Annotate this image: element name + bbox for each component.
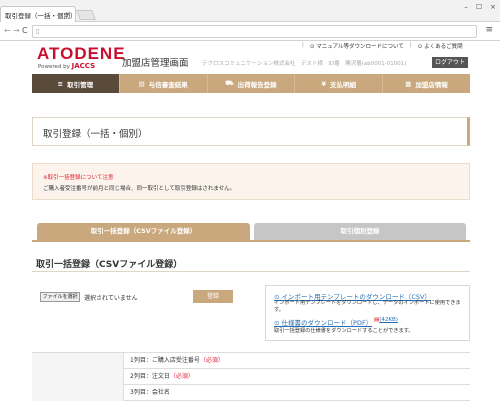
address-bar: ← → C ▯ ≡: [0, 22, 500, 41]
powered-by: Powered by JACCS: [38, 62, 95, 70]
logout-button[interactable]: ログアウト: [432, 57, 468, 68]
url-input[interactable]: ▯: [32, 25, 477, 38]
nav-item-shipping-report[interactable]: ⛟ 出荷報告登録: [208, 74, 296, 93]
document-icon: ▤: [138, 79, 145, 88]
nav-item-merchant-info[interactable]: ▦ 加盟店情報: [383, 74, 470, 93]
user-info: テクロスコミュニケーション株式会社 テスト様 ID番 勝沢番(ab0001-01…: [202, 61, 407, 67]
minimize-icon[interactable]: –: [464, 3, 468, 11]
reload-icon[interactable]: C: [22, 26, 28, 35]
download-info-box: ⊙ インポート用テンプレートのダウンロード（CSV） インポート用テンプレートを…: [265, 285, 470, 341]
browser-menu-icon[interactable]: ≡: [485, 25, 493, 35]
browser-tabstrip: 取引登録（一括・個別） × – ☐ ×: [0, 0, 500, 22]
tab-single-entry[interactable]: 取引個別登録: [254, 223, 466, 240]
column-spec-table: 1列目：ご購入店受注番号（必須） 2列目：注文日（必須） 3列目：会社名: [32, 352, 470, 401]
back-icon[interactable]: ←: [4, 26, 11, 35]
management-title: 加盟店管理画面: [122, 58, 189, 69]
notice-title: ※取引一括登録について注意: [43, 175, 114, 181]
truck-icon: ⛟: [225, 79, 234, 87]
file-status: 選択されていません: [84, 295, 138, 302]
building-icon: ▦: [405, 79, 412, 88]
section-title: 取引一括登録（CSVファイル登録）: [36, 260, 183, 270]
nav-item-credit-results[interactable]: ▤ 与信審査結果: [120, 74, 208, 93]
notice-body: ご購入者受注番号が前月と同じ場合、同一取引として取引登録はされません。: [43, 186, 236, 192]
yen-icon: ¥: [321, 79, 327, 88]
table-row: 3列目：会社名: [124, 385, 470, 401]
table-row: 2列目：注文日（必須）: [124, 369, 470, 385]
table-header-cell: [32, 353, 124, 401]
site-header: ATODENE Powered by JACCS 加盟店管理画面 テクロスコミュ…: [0, 41, 500, 74]
window-controls: – ☐ ×: [464, 3, 496, 11]
atodene-logo[interactable]: ATODENE: [37, 44, 126, 64]
choose-file-button[interactable]: ファイルを選択: [40, 292, 80, 302]
list-icon: ≡: [57, 79, 64, 88]
nav-item-transactions[interactable]: ≡ 取引管理: [32, 74, 120, 93]
header-links: | ⊙ マニュアル等ダウンロードについて | ⊙ よくあるご質問: [302, 42, 463, 50]
tab-csv-upload[interactable]: 取引一括登録（CSVファイル登録）: [37, 223, 250, 240]
forward-icon[interactable]: →: [13, 26, 20, 35]
tab-underline: [32, 240, 470, 242]
spec-download-link[interactable]: ⊙ 仕様書のダウンロード（PDF）: [274, 317, 372, 327]
browser-tab[interactable]: 取引登録（一括・個別） ×: [0, 6, 76, 22]
section-divider: [32, 271, 470, 272]
manual-download-link[interactable]: ⊙ マニュアル等ダウンロードについて: [310, 42, 404, 50]
spec-description: 取引一括登録の仕様書をダウンロードすることができます。: [274, 328, 414, 334]
maximize-icon[interactable]: ☐: [476, 3, 482, 11]
csv-template-description: インポート用テンプレートをダウンロードし、データのインポートに使用できます。: [274, 300, 461, 313]
pdf-file-link[interactable]: ▤(42KB): [374, 317, 398, 323]
powered-label: Powered by: [38, 64, 70, 70]
jaccs-logo: JACCS: [71, 62, 96, 70]
table-row: 1列目：ご購入店受注番号（必須）: [124, 353, 470, 369]
main-nav: ≡ 取引管理 ▤ 与信審査結果 ⛟ 出荷報告登録 ¥ 支払明細 ▦ 加盟店情報: [32, 74, 470, 93]
nav-item-payment-details[interactable]: ¥ 支払明細: [295, 74, 384, 93]
page-title-box: 取引登録（一括・個別）: [32, 117, 470, 146]
notice-box: ※取引一括登録について注意 ご購入者受注番号が前月と同じ場合、同一取引として取引…: [32, 163, 470, 200]
register-button[interactable]: 登録: [193, 290, 233, 303]
close-window-icon[interactable]: ×: [490, 3, 496, 11]
faq-link[interactable]: ⊙ よくあるご質問: [418, 42, 463, 50]
page-icon: ▯: [36, 28, 40, 35]
new-tab-button[interactable]: [76, 10, 96, 20]
tab-close-icon[interactable]: ×: [65, 10, 71, 18]
page-title: 取引登録（一括・個別）: [43, 129, 148, 140]
